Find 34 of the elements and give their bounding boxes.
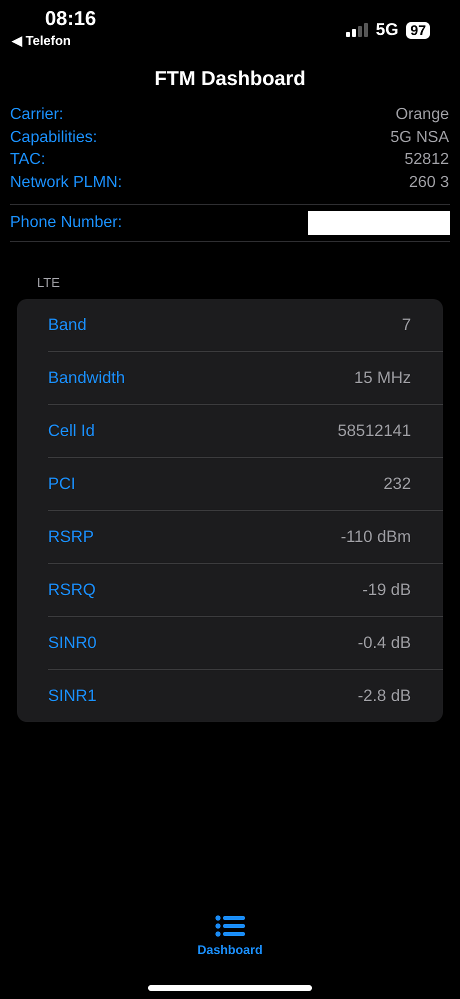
- network-type: 5G: [376, 20, 398, 40]
- row-value: 58512141: [338, 422, 411, 440]
- page-title: FTM Dashboard: [153, 68, 307, 92]
- info-label: Capabilities:: [10, 128, 98, 147]
- info-value: 52812: [404, 151, 449, 170]
- row-label: Bandwidth: [48, 368, 126, 388]
- row-value: 15 MHz: [354, 368, 411, 388]
- row-value: -110 dBm: [340, 528, 411, 546]
- info-label: Carrier:: [10, 106, 64, 124]
- row-label: Band: [48, 316, 87, 334]
- phone-label: Phone Number:: [10, 214, 122, 232]
- list-icon: [214, 915, 245, 937]
- row-label: RSRP: [48, 528, 94, 546]
- info-label: TAC:: [10, 151, 46, 170]
- dashboard-tab[interactable]: Dashboard: [193, 913, 267, 959]
- row-value: -0.4 dB: [358, 634, 411, 652]
- info-value: 260 3: [408, 174, 449, 192]
- battery-level: 97: [406, 22, 430, 38]
- row-value: -19 dB: [362, 580, 411, 600]
- row-value: 7: [402, 316, 411, 334]
- info-value: 5G NSA: [390, 128, 449, 147]
- info-label: Network PLMN:: [10, 174, 122, 192]
- info-value: Orange: [396, 106, 449, 124]
- row-value: 232: [383, 474, 411, 494]
- row-label: RSRQ: [48, 580, 96, 600]
- section-header: LTE: [37, 275, 61, 290]
- signal-icon: [346, 23, 368, 37]
- row-label: SINR1: [48, 686, 97, 706]
- row-value: -2.8 dB: [358, 686, 411, 706]
- row-label: PCI: [48, 474, 76, 494]
- row-label: SINR0: [48, 634, 97, 652]
- back-link[interactable]: ◀ Telefon: [12, 33, 71, 48]
- status-time: 08:16: [45, 8, 96, 30]
- row-label: Cell Id: [48, 422, 95, 440]
